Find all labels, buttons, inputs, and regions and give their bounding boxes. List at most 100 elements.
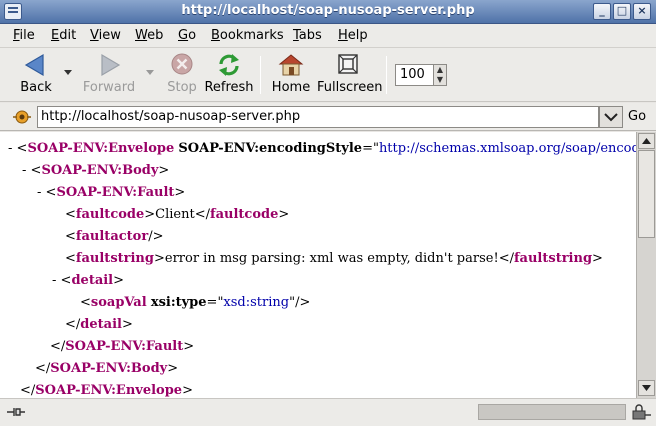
xml-tag: SOAP-ENV:Envelope	[35, 383, 183, 398]
xml-text: Client	[155, 207, 195, 222]
window-title: http://localhost/soap-nusoap-server.php	[181, 3, 475, 18]
xml-tag: soapVal	[90, 295, 147, 310]
fullscreen-label: Fullscreen	[317, 80, 383, 95]
xml-line-fault-close: </SOAP-ENV:Fault>	[50, 336, 194, 358]
xml-tag: SOAP-ENV:Body	[50, 361, 168, 376]
menu-edit[interactable]: Edit	[51, 28, 76, 43]
xml-bracket: <	[16, 141, 28, 156]
collapse-toggle[interactable]: -	[52, 273, 56, 288]
scroll-up-button[interactable]	[638, 133, 655, 149]
stop-button[interactable]: Stop	[164, 52, 200, 100]
xml-tag: detail	[71, 273, 114, 288]
menu-file[interactable]: File	[13, 28, 35, 43]
toolbar-separator	[386, 56, 387, 94]
back-history-dropdown-icon[interactable]	[63, 68, 73, 76]
menu-label-rest: iew	[98, 28, 121, 43]
xml-bracket: <	[45, 185, 57, 200]
menu-mnemonic: V	[90, 28, 99, 43]
collapse-toggle[interactable]: -	[37, 185, 41, 200]
refresh-label: Refresh	[204, 80, 254, 95]
xml-tag: detail	[80, 317, 122, 332]
minimize-button[interactable]: _	[593, 3, 611, 20]
forward-history-dropdown-icon[interactable]	[145, 68, 155, 76]
menu-label-rest: dit	[59, 28, 77, 43]
xml-bracket: </	[194, 207, 211, 222]
xml-bracket: >	[113, 273, 125, 288]
home-button[interactable]: Home	[270, 52, 312, 100]
menu-bookmarks[interactable]: Bookmarks	[211, 28, 284, 43]
xml-line-body-open: - <SOAP-ENV:Body>	[22, 160, 169, 182]
scroll-down-button[interactable]	[638, 380, 655, 396]
xml-bracket: <	[65, 229, 76, 244]
scroll-thumb[interactable]	[638, 150, 655, 238]
home-label: Home	[271, 80, 311, 95]
xml-tag: faultactor	[75, 229, 149, 244]
back-button[interactable]: Back	[14, 52, 58, 100]
vertical-scrollbar[interactable]	[636, 132, 656, 398]
xml-bracket: </	[50, 339, 66, 354]
xml-line-body-close: </SOAP-ENV:Body>	[35, 358, 178, 380]
xml-bracket: >	[592, 251, 603, 266]
xml-equals: ="	[362, 141, 379, 156]
zoom-down-icon[interactable]: ▼	[434, 75, 446, 85]
maximize-button[interactable]: □	[613, 3, 631, 20]
xml-line-envelope-close: </SOAP-ENV:Envelope>	[20, 380, 193, 398]
xml-line-detail-close: </detail>	[65, 314, 133, 336]
menu-view[interactable]: View	[90, 28, 121, 43]
zoom-up-icon[interactable]: ▲	[434, 65, 446, 75]
xml-bracket: >	[153, 251, 165, 266]
xml-tag: SOAP-ENV:Fault	[65, 339, 184, 354]
menu-help[interactable]: Help	[338, 28, 368, 43]
menu-mnemonic: W	[135, 28, 148, 43]
xml-bracket: <	[30, 163, 42, 178]
xml-bracket: "/>	[289, 295, 311, 310]
xml-bracket: </	[498, 251, 514, 266]
menu-label-rest: abs	[298, 28, 322, 43]
chevron-down-icon	[604, 113, 618, 122]
close-button[interactable]: ×	[633, 3, 651, 20]
xml-document-view: - <SOAP-ENV:Envelope SOAP-ENV:encodingSt…	[0, 132, 636, 398]
toolbar-separator	[260, 56, 261, 94]
offline-toggle-icon[interactable]	[6, 405, 26, 419]
window-titlebar[interactable]: http://localhost/soap-nusoap-server.php …	[0, 0, 656, 24]
status-bar	[0, 398, 656, 426]
url-input[interactable]: http://localhost/soap-nusoap-server.php	[37, 106, 599, 128]
security-lock-icon[interactable]	[630, 404, 652, 420]
menu-mnemonic: E	[51, 28, 60, 43]
xml-line-detail-open: - <detail>	[52, 270, 124, 292]
collapse-toggle[interactable]: -	[8, 141, 12, 156]
xml-tag: SOAP-ENV:Fault	[56, 185, 175, 200]
xml-line-fault-open: - <SOAP-ENV:Fault>	[37, 182, 185, 204]
xml-line-envelope-open: - <SOAP-ENV:Envelope SOAP-ENV:encodingSt…	[8, 138, 636, 160]
xml-text: error in msg parsing: xml was empty, did…	[164, 251, 499, 266]
url-history-dropdown[interactable]	[599, 106, 623, 128]
xml-tag: SOAP-ENV:Body	[41, 163, 159, 178]
menu-web[interactable]: Web	[135, 28, 163, 43]
xml-line-soapval: <soapVal xsi:type="xsd:string"/>	[80, 292, 310, 314]
xml-tag: faultstring	[513, 251, 593, 266]
go-button[interactable]: Go	[628, 109, 646, 124]
xml-bracket: </	[35, 361, 51, 376]
home-icon	[278, 54, 304, 76]
arrow-up-icon	[642, 138, 651, 144]
refresh-button[interactable]: Refresh	[204, 52, 254, 100]
collapse-toggle[interactable]: -	[22, 163, 26, 178]
zoom-level-field[interactable]: 100	[395, 64, 435, 86]
fullscreen-button[interactable]: Fullscreen	[317, 52, 383, 100]
menu-bar: File Edit View Web Go Bookmarks Tabs Hel…	[0, 24, 656, 48]
xml-bracket: >	[174, 185, 186, 200]
menu-tabs[interactable]: Tabs	[293, 28, 322, 43]
zoom-spinner[interactable]: ▲ ▼	[433, 64, 447, 86]
back-arrow-icon	[24, 53, 44, 77]
stop-icon	[171, 53, 193, 75]
menu-mnemonic: H	[338, 28, 348, 43]
menu-go[interactable]: Go	[178, 28, 196, 43]
xml-attr-value: xsd:string	[223, 295, 290, 310]
forward-button[interactable]: Forward	[82, 52, 136, 100]
back-label: Back	[20, 80, 52, 95]
xml-tag: faultstring	[75, 251, 154, 266]
site-security-icon	[13, 110, 31, 124]
xml-equals: ="	[206, 295, 224, 310]
xml-bracket: >	[183, 339, 195, 354]
xml-bracket: <	[80, 295, 91, 310]
